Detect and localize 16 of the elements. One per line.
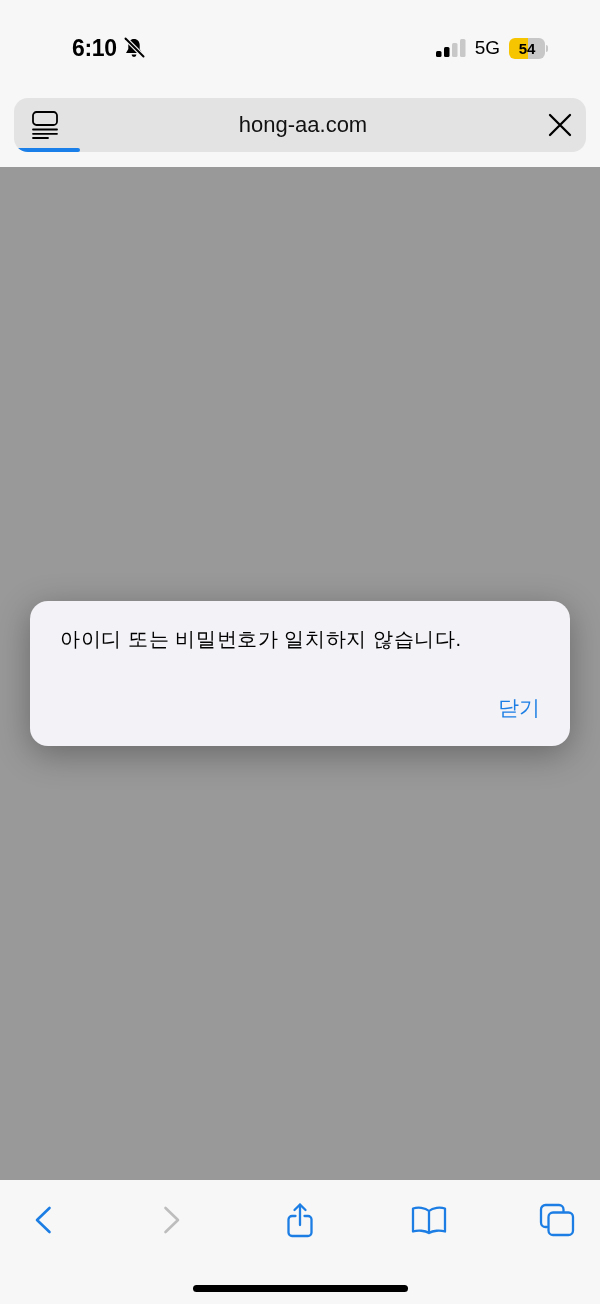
signal-icon [435, 39, 466, 57]
alert-message: 아이디 또는 비밀번호가 일치하지 않습니다. [60, 627, 463, 652]
chevron-left-icon [34, 1206, 52, 1234]
close-button[interactable] [548, 113, 572, 137]
close-icon [548, 113, 572, 137]
address-bar[interactable]: hong-aa.com [14, 98, 586, 152]
network-type: 5G [474, 37, 500, 59]
square-lines-icon [32, 111, 58, 139]
share-icon [286, 1202, 314, 1238]
dismiss-button[interactable]: 닫기 [498, 694, 540, 722]
stacked-squares-icon [539, 1203, 575, 1237]
url-text: hong-aa.com [238, 112, 368, 138]
chevron-right-icon [162, 1206, 181, 1234]
page-menu-button[interactable] [32, 111, 58, 139]
open-book-icon [410, 1205, 447, 1235]
status-time: 6:10 [72, 34, 117, 62]
